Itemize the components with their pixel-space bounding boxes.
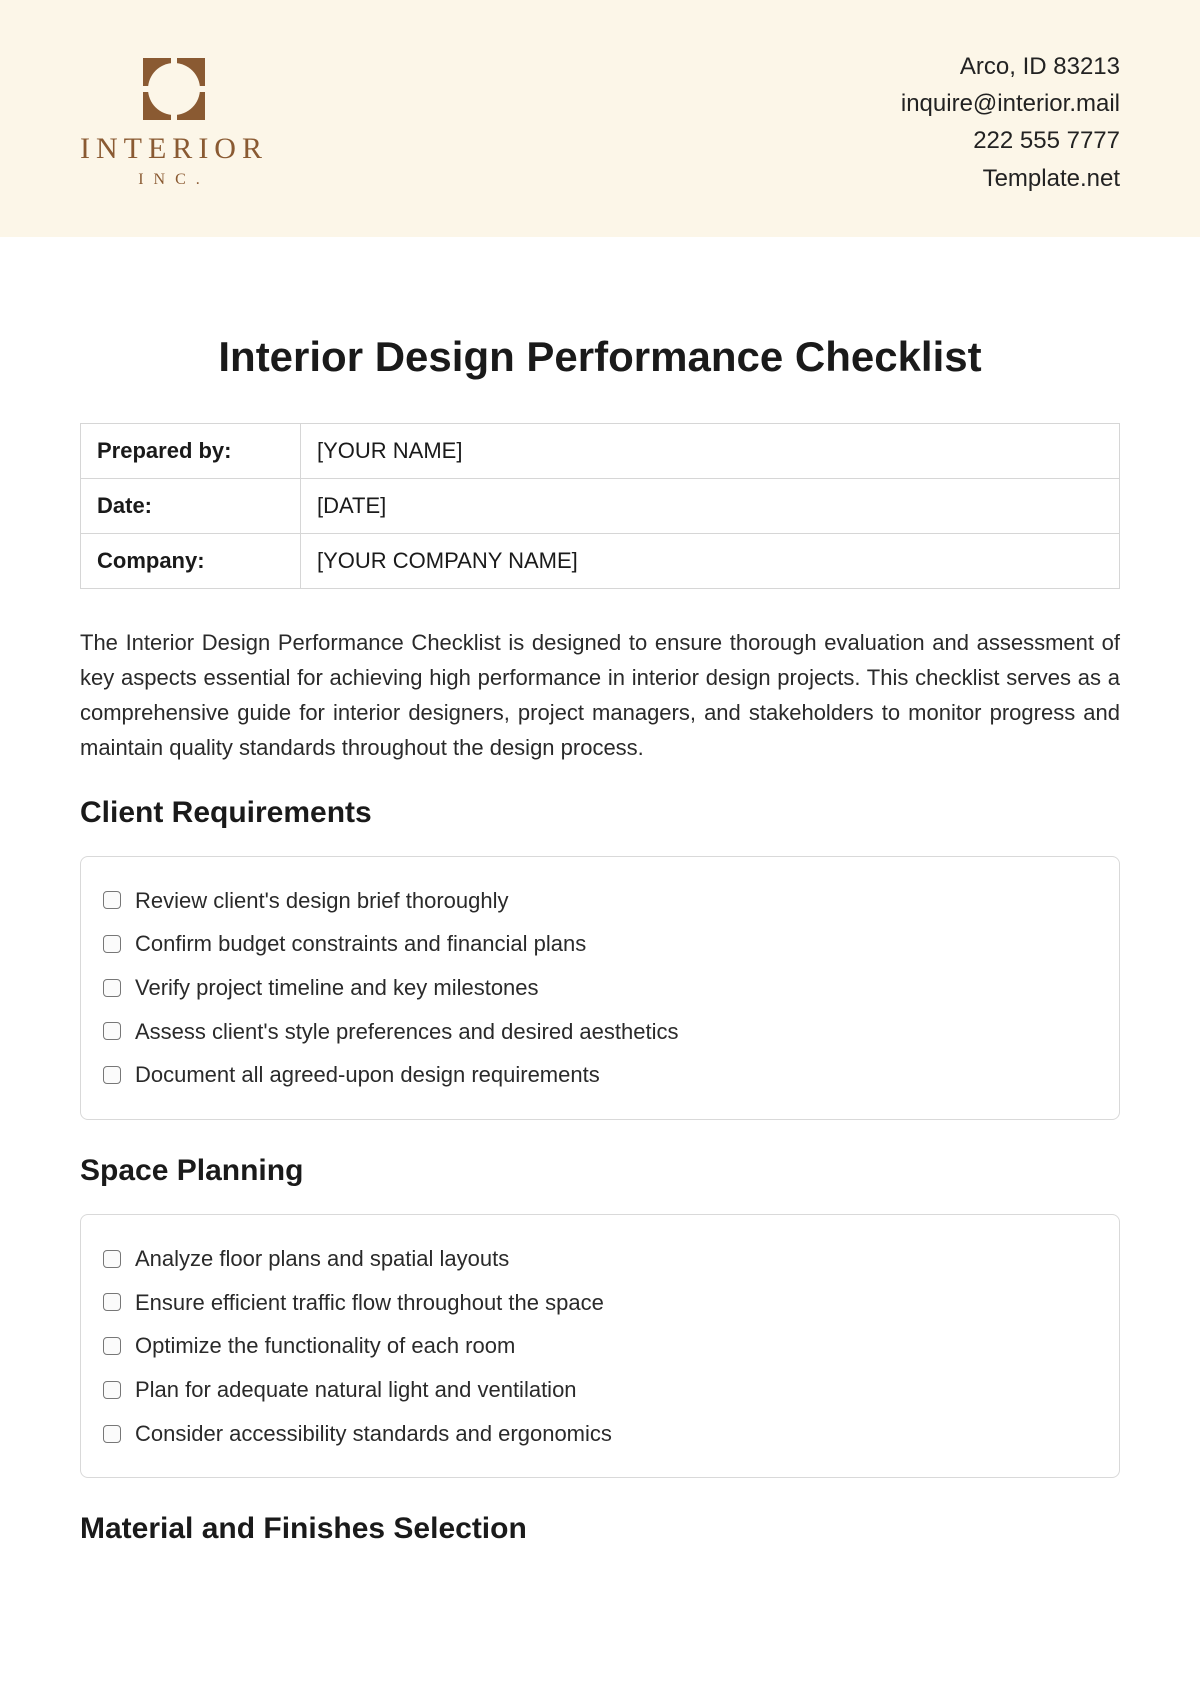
contact-address: Arco, ID 83213 xyxy=(901,48,1120,85)
table-row: Company: [YOUR COMPANY NAME] xyxy=(81,533,1120,588)
logo-wordmark: INTERIOR xyxy=(80,134,268,164)
meta-value: [DATE] xyxy=(301,478,1120,533)
checkbox[interactable] xyxy=(103,1425,121,1443)
checklist-item[interactable]: Optimize the functionality of each room xyxy=(103,1324,1097,1368)
meta-value: [YOUR COMPANY NAME] xyxy=(301,533,1120,588)
meta-key: Company: xyxy=(81,533,301,588)
checklist-item-label: Analyze floor plans and spatial layouts xyxy=(135,1244,509,1274)
table-row: Date: [DATE] xyxy=(81,478,1120,533)
checklist-item[interactable]: Plan for adequate natural light and vent… xyxy=(103,1368,1097,1412)
section-heading-space-planning: Space Planning xyxy=(80,1154,1120,1188)
page-title: Interior Design Performance Checklist xyxy=(80,333,1120,381)
checklist-item-label: Assess client's style preferences and de… xyxy=(135,1017,678,1047)
checklist-item[interactable]: Assess client's style preferences and de… xyxy=(103,1010,1097,1054)
meta-value: [YOUR NAME] xyxy=(301,423,1120,478)
meta-table: Prepared by: [YOUR NAME] Date: [DATE] Co… xyxy=(80,423,1120,589)
checkbox[interactable] xyxy=(103,1381,121,1399)
logo-block: INTERIOR INC. xyxy=(80,56,268,188)
meta-key: Date: xyxy=(81,478,301,533)
logo-icon xyxy=(139,56,209,122)
contact-info: Arco, ID 83213 inquire@interior.mail 222… xyxy=(901,48,1120,197)
checklist-item[interactable]: Verify project timeline and key mileston… xyxy=(103,966,1097,1010)
checklist-item[interactable]: Review client's design brief thoroughly xyxy=(103,879,1097,923)
checklist-item-label: Verify project timeline and key mileston… xyxy=(135,973,539,1003)
checkbox[interactable] xyxy=(103,891,121,909)
checkbox[interactable] xyxy=(103,1066,121,1084)
document-header: INTERIOR INC. Arco, ID 83213 inquire@int… xyxy=(0,0,1200,237)
checklist-item[interactable]: Analyze floor plans and spatial layouts xyxy=(103,1237,1097,1281)
checklist-item[interactable]: Consider accessibility standards and erg… xyxy=(103,1412,1097,1456)
contact-site: Template.net xyxy=(901,160,1120,197)
checklist-item[interactable]: Confirm budget constraints and financial… xyxy=(103,922,1097,966)
contact-email: inquire@interior.mail xyxy=(901,85,1120,122)
checklist-client-requirements: Review client's design brief thoroughly … xyxy=(80,856,1120,1120)
logo-subtext: INC. xyxy=(80,172,268,188)
meta-key: Prepared by: xyxy=(81,423,301,478)
checklist-item-label: Review client's design brief thoroughly xyxy=(135,886,509,916)
checkbox[interactable] xyxy=(103,1022,121,1040)
checklist-item[interactable]: Ensure efficient traffic flow throughout… xyxy=(103,1281,1097,1325)
checklist-item-label: Document all agreed-upon design requirem… xyxy=(135,1060,600,1090)
checkbox[interactable] xyxy=(103,979,121,997)
checkbox[interactable] xyxy=(103,1337,121,1355)
checklist-item-label: Ensure efficient traffic flow throughout… xyxy=(135,1288,604,1318)
contact-phone: 222 555 7777 xyxy=(901,122,1120,159)
checkbox[interactable] xyxy=(103,1293,121,1311)
table-row: Prepared by: [YOUR NAME] xyxy=(81,423,1120,478)
checklist-item-label: Confirm budget constraints and financial… xyxy=(135,929,586,959)
checkbox[interactable] xyxy=(103,935,121,953)
checkbox[interactable] xyxy=(103,1250,121,1268)
checklist-item-label: Consider accessibility standards and erg… xyxy=(135,1419,612,1449)
intro-paragraph: The Interior Design Performance Checklis… xyxy=(80,625,1120,766)
checklist-space-planning: Analyze floor plans and spatial layouts … xyxy=(80,1214,1120,1478)
section-heading-client-requirements: Client Requirements xyxy=(80,796,1120,830)
checklist-item[interactable]: Document all agreed-upon design requirem… xyxy=(103,1053,1097,1097)
document-body: Interior Design Performance Checklist Pr… xyxy=(0,237,1200,1613)
section-heading-material-finishes: Material and Finishes Selection xyxy=(80,1512,1120,1546)
checklist-item-label: Optimize the functionality of each room xyxy=(135,1331,515,1361)
checklist-item-label: Plan for adequate natural light and vent… xyxy=(135,1375,577,1405)
